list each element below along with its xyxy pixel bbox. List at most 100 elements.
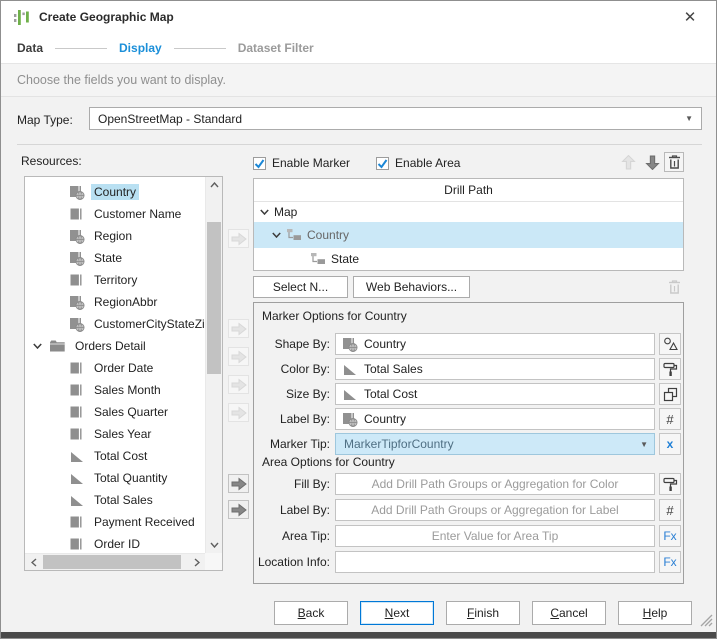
- tree-item[interactable]: Territory: [25, 269, 205, 291]
- move-down-icon[interactable]: [642, 152, 662, 172]
- drill-path-rows: Map Country State: [254, 202, 683, 270]
- fx-button[interactable]: Fx: [659, 525, 681, 547]
- tree-item[interactable]: Sales Year: [25, 423, 205, 445]
- arrow-right-icon: [231, 406, 247, 420]
- enable-area-checkbox[interactable]: Enable Area: [376, 156, 460, 170]
- tree-item-label: Territory: [91, 272, 140, 288]
- option-value-field[interactable]: Total Cost: [335, 383, 655, 405]
- tree-item[interactable]: Region: [25, 225, 205, 247]
- tree-item[interactable]: Order Date: [25, 357, 205, 379]
- hierarchy-icon: [286, 229, 302, 241]
- create-geographic-map-dialog: Create Geographic Map ✕ Data Display Dat…: [0, 0, 717, 639]
- option-input-field[interactable]: [335, 551, 655, 573]
- tree-hscroll-thumb[interactable]: [43, 555, 181, 569]
- input-placeholder: Add Drill Path Groups or Aggregation for…: [371, 503, 618, 517]
- scroll-right-icon[interactable]: [188, 554, 205, 570]
- marker-option-row: Label By: Country#: [254, 408, 683, 430]
- help-button[interactable]: Help: [618, 601, 692, 625]
- geo-field-icon: [69, 229, 85, 244]
- geo-field-icon: [69, 185, 85, 200]
- map-type-select[interactable]: OpenStreetMap - Standard ▼: [89, 107, 702, 130]
- tree-item[interactable]: Orders Detail: [25, 335, 205, 357]
- paint-roller-button[interactable]: [659, 358, 681, 380]
- option-value-field[interactable]: Country: [335, 333, 655, 355]
- clear-x-icon: x: [667, 437, 674, 451]
- option-input-field[interactable]: Add Drill Path Groups or Aggregation for…: [335, 499, 655, 521]
- web-behaviors-button[interactable]: Web Behaviors...: [353, 276, 470, 298]
- tree-item[interactable]: Total Cost: [25, 445, 205, 467]
- tree-item-label: Country: [91, 184, 139, 200]
- option-label: Shape By:: [254, 337, 330, 351]
- scroll-up-icon[interactable]: [206, 177, 223, 193]
- marker-option-row: Size By:Total Cost: [254, 383, 683, 405]
- tree-item[interactable]: Customer Name: [25, 203, 205, 225]
- tree-item[interactable]: CustomerCityStateZip: [25, 313, 205, 335]
- tree-vscroll-thumb[interactable]: [207, 222, 221, 374]
- step-display[interactable]: Display: [119, 41, 162, 55]
- tree-item[interactable]: Total Quantity: [25, 467, 205, 489]
- page-subtitle: Choose the fields you want to display.: [1, 63, 716, 97]
- enable-marker-checkbox[interactable]: Enable Marker: [253, 156, 350, 170]
- add-to-map-arrow-button-disabled: [228, 347, 249, 366]
- tree-horizontal-scrollbar[interactable]: [25, 553, 205, 570]
- next-button[interactable]: Next: [360, 601, 434, 625]
- option-input-field[interactable]: Enter Value for Area Tip: [335, 525, 655, 547]
- arrow-right-icon: [231, 477, 247, 491]
- dim-field-icon: [69, 207, 85, 222]
- folder-icon: [49, 339, 66, 353]
- drill-path-row[interactable]: State: [254, 248, 683, 270]
- tree-item[interactable]: Order ID: [25, 533, 205, 553]
- option-value-field[interactable]: Country: [335, 408, 655, 430]
- option-label: Marker Tip:: [254, 437, 330, 451]
- input-placeholder: Add Drill Path Groups or Aggregation for…: [372, 477, 619, 491]
- tree-item-label: Order ID: [91, 536, 143, 552]
- tree-item[interactable]: Total Sales: [25, 489, 205, 511]
- arrow-right-icon: [231, 322, 247, 336]
- measure-field-icon: [342, 362, 358, 377]
- option-input-field[interactable]: Add Drill Path Groups or Aggregation for…: [335, 473, 655, 495]
- finish-button[interactable]: Finish: [446, 601, 520, 625]
- add-to-map-arrow-button[interactable]: [228, 474, 249, 493]
- drill-path-row[interactable]: Country: [254, 222, 683, 248]
- cancel-button[interactable]: Cancel: [532, 601, 606, 625]
- tree-item[interactable]: State: [25, 247, 205, 269]
- close-icon[interactable]: ✕: [676, 8, 704, 26]
- tree-item[interactable]: Sales Quarter: [25, 401, 205, 423]
- trash-icon[interactable]: [664, 152, 684, 172]
- select-n-button[interactable]: Select N...: [253, 276, 348, 298]
- tree-vertical-scrollbar[interactable]: [205, 177, 222, 553]
- hash-button[interactable]: #: [659, 499, 681, 521]
- arrow-right-icon: [231, 378, 247, 392]
- measure-field-icon: [69, 449, 85, 464]
- scroll-left-icon[interactable]: [25, 554, 42, 570]
- scroll-down-icon[interactable]: [206, 537, 223, 553]
- hash-button[interactable]: #: [659, 408, 681, 430]
- tree-item-label: Total Sales: [91, 492, 156, 508]
- step-data[interactable]: Data: [17, 41, 43, 55]
- overlap-squares-icon: [663, 387, 678, 402]
- overlap-squares-button[interactable]: [659, 383, 681, 405]
- fx-button[interactable]: Fx: [659, 551, 681, 573]
- option-label: Label By:: [254, 412, 330, 426]
- step-dataset-filter[interactable]: Dataset Filter: [238, 41, 314, 55]
- marker-tip-dropdown[interactable]: MarkerTipforCountry▼: [335, 433, 655, 455]
- trash-disabled-icon: [665, 277, 684, 296]
- drill-path-row[interactable]: Map: [254, 202, 683, 222]
- drill-path-row-label: Country: [307, 228, 349, 242]
- option-label: Color By:: [254, 362, 330, 376]
- clear-x-button[interactable]: x: [659, 433, 681, 455]
- back-button[interactable]: Back: [274, 601, 348, 625]
- tree-item[interactable]: Sales Month: [25, 379, 205, 401]
- paint-roller-button[interactable]: [659, 473, 681, 495]
- checkbox-checked-icon: [253, 157, 266, 170]
- tree-item[interactable]: RegionAbbr: [25, 291, 205, 313]
- option-value-field[interactable]: Total Sales: [335, 358, 655, 380]
- chevron-down-icon: [33, 343, 42, 349]
- resize-grip-icon[interactable]: [699, 613, 713, 630]
- fx-icon: Fx: [663, 555, 676, 569]
- enable-toggles: Enable Marker Enable Area: [253, 154, 460, 172]
- tree-item[interactable]: Payment Received: [25, 511, 205, 533]
- tree-item[interactable]: Country: [25, 181, 205, 203]
- add-to-map-arrow-button[interactable]: [228, 500, 249, 519]
- shape-button[interactable]: [659, 333, 681, 355]
